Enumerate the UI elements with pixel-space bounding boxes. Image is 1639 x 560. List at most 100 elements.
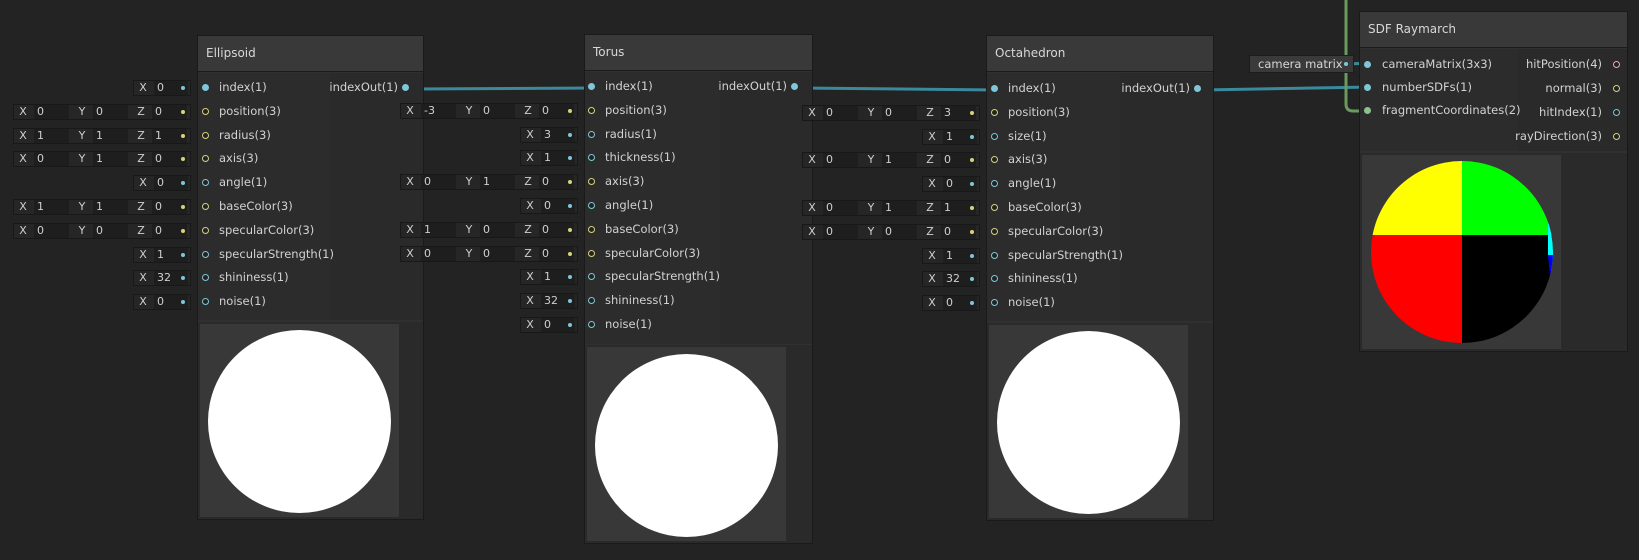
field-link-dot[interactable] (568, 227, 572, 232)
field-link-dot[interactable] (181, 228, 185, 233)
axis-value-input[interactable]: 1 (93, 152, 128, 167)
output-port[interactable] (1613, 85, 1620, 92)
input-port[interactable] (991, 204, 998, 211)
axis-value-input[interactable]: 1 (93, 128, 128, 143)
input-port[interactable] (588, 202, 595, 209)
input-port[interactable] (1364, 61, 1371, 68)
axis-value-input[interactable]: 1 (421, 222, 456, 237)
axis-value-input[interactable]: 0 (823, 153, 858, 168)
axis-value-input[interactable]: 0 (480, 246, 515, 261)
value-field[interactable]: X1 (133, 246, 191, 263)
field-link-dot[interactable] (568, 323, 572, 327)
input-port[interactable] (1364, 84, 1371, 91)
output-port[interactable] (1613, 109, 1620, 116)
output-port[interactable] (402, 84, 409, 91)
value-field[interactable]: X0Y1Z0 (802, 152, 980, 169)
output-port[interactable] (791, 83, 798, 90)
axis-value-input[interactable]: 0 (93, 104, 128, 119)
axis-value-input[interactable]: 1 (480, 175, 515, 190)
value-field[interactable]: X1 (520, 150, 578, 167)
input-port[interactable] (588, 106, 595, 114)
input-port[interactable] (588, 225, 595, 233)
value-field[interactable]: X0 (133, 294, 191, 311)
axis-value-input[interactable]: 1 (882, 153, 917, 168)
field-link-dot[interactable] (970, 253, 974, 258)
input-port[interactable] (991, 108, 998, 116)
value-field[interactable]: X0 (922, 176, 980, 193)
input-port[interactable] (991, 132, 998, 140)
axis-value-input[interactable]: 1 (93, 200, 128, 214)
input-port[interactable] (588, 321, 595, 328)
axis-value-input[interactable]: 0 (34, 152, 69, 167)
field-link-dot[interactable] (181, 86, 185, 90)
field-link-dot[interactable] (181, 252, 185, 257)
value-field[interactable]: X0Y0Z0 (802, 223, 980, 240)
input-port[interactable] (991, 227, 998, 235)
axis-value-input[interactable]: 0 (882, 224, 917, 239)
field-link-dot[interactable] (181, 205, 185, 209)
value-field[interactable]: X 32 (520, 293, 578, 310)
field-link-dot[interactable] (970, 110, 974, 115)
value-field[interactable]: X1 (922, 128, 980, 145)
axis-value-input[interactable]: 0 (421, 246, 456, 261)
input-port[interactable] (202, 131, 209, 139)
value-field[interactable]: X0Y0Z0 (13, 222, 191, 239)
value-field[interactable]: X3 (520, 126, 578, 143)
input-port[interactable] (202, 250, 209, 258)
input-port[interactable] (202, 226, 209, 234)
input-port[interactable] (991, 251, 998, 259)
axis-value-input[interactable]: 1 (34, 200, 69, 214)
field-link-dot[interactable] (181, 109, 185, 114)
output-port[interactable] (1613, 133, 1620, 140)
value-field[interactable]: X1 (520, 269, 578, 286)
field-link-dot[interactable] (568, 204, 572, 208)
axis-value-input[interactable]: -3 (421, 103, 456, 118)
value-field[interactable]: X0Y1Z0 (400, 174, 578, 191)
output-port[interactable] (1613, 61, 1620, 68)
field-link-dot[interactable] (568, 132, 572, 137)
field-link-dot[interactable] (181, 133, 185, 138)
value-field[interactable]: X0 (133, 175, 191, 192)
value-field[interactable]: X0 (133, 80, 191, 96)
input-port[interactable] (202, 84, 209, 91)
wire-torus-to-octahedron[interactable] (799, 86, 999, 92)
value-field[interactable]: X1 (922, 247, 980, 264)
field-link-dot[interactable] (568, 251, 572, 256)
axis-value-input[interactable]: 0 (34, 104, 69, 119)
field-link-dot[interactable] (970, 134, 974, 139)
value-field[interactable]: X1Y1Z1 (13, 127, 191, 144)
axis-value-input[interactable]: 1 (882, 201, 917, 215)
axis-value-input[interactable]: 0 (823, 105, 858, 120)
output-port[interactable] (1194, 85, 1201, 92)
input-port[interactable] (1364, 107, 1371, 114)
axis-value-input[interactable]: 0 (882, 105, 917, 120)
input-port[interactable] (588, 249, 595, 257)
axis-value-input[interactable]: 0 (93, 223, 128, 238)
camera-matrix-input[interactable]: camera matrix (1249, 55, 1354, 73)
value-field[interactable]: X0 (922, 295, 980, 312)
axis-value-input[interactable]: 1 (34, 128, 69, 143)
value-field[interactable]: X0Y0Z3 (802, 104, 980, 121)
input-port[interactable] (202, 107, 209, 115)
value-field[interactable]: X0Y1Z1 (802, 200, 980, 216)
axis-value-input[interactable]: 0 (421, 175, 456, 190)
axis-value-input[interactable]: 0 (823, 224, 858, 239)
value-field[interactable]: X 32 (133, 270, 191, 287)
axis-value-input[interactable]: 0 (480, 222, 515, 237)
field-link-dot[interactable] (568, 108, 572, 113)
value-field[interactable]: X0Y0Z0 (13, 103, 191, 120)
axis-value-input[interactable]: 0 (34, 223, 69, 238)
value-field[interactable]: X0Y0Z0 (400, 245, 578, 262)
value-field[interactable]: X0Y1Z0 (13, 151, 191, 168)
input-port[interactable] (588, 83, 595, 90)
field-link-dot[interactable] (970, 206, 974, 210)
value-field[interactable]: X1Y1Z0 (13, 199, 191, 215)
field-link-dot[interactable] (970, 229, 974, 234)
value-field[interactable]: X1Y0Z0 (400, 221, 578, 238)
axis-value-input[interactable]: 0 (823, 201, 858, 215)
wire-octahedron-to-raymarch[interactable] (1202, 85, 1373, 92)
value-field[interactable]: X0 (520, 198, 578, 214)
axis-value-input[interactable]: 0 (480, 103, 515, 118)
value-field[interactable]: X0 (520, 317, 578, 333)
input-port[interactable] (202, 203, 209, 210)
